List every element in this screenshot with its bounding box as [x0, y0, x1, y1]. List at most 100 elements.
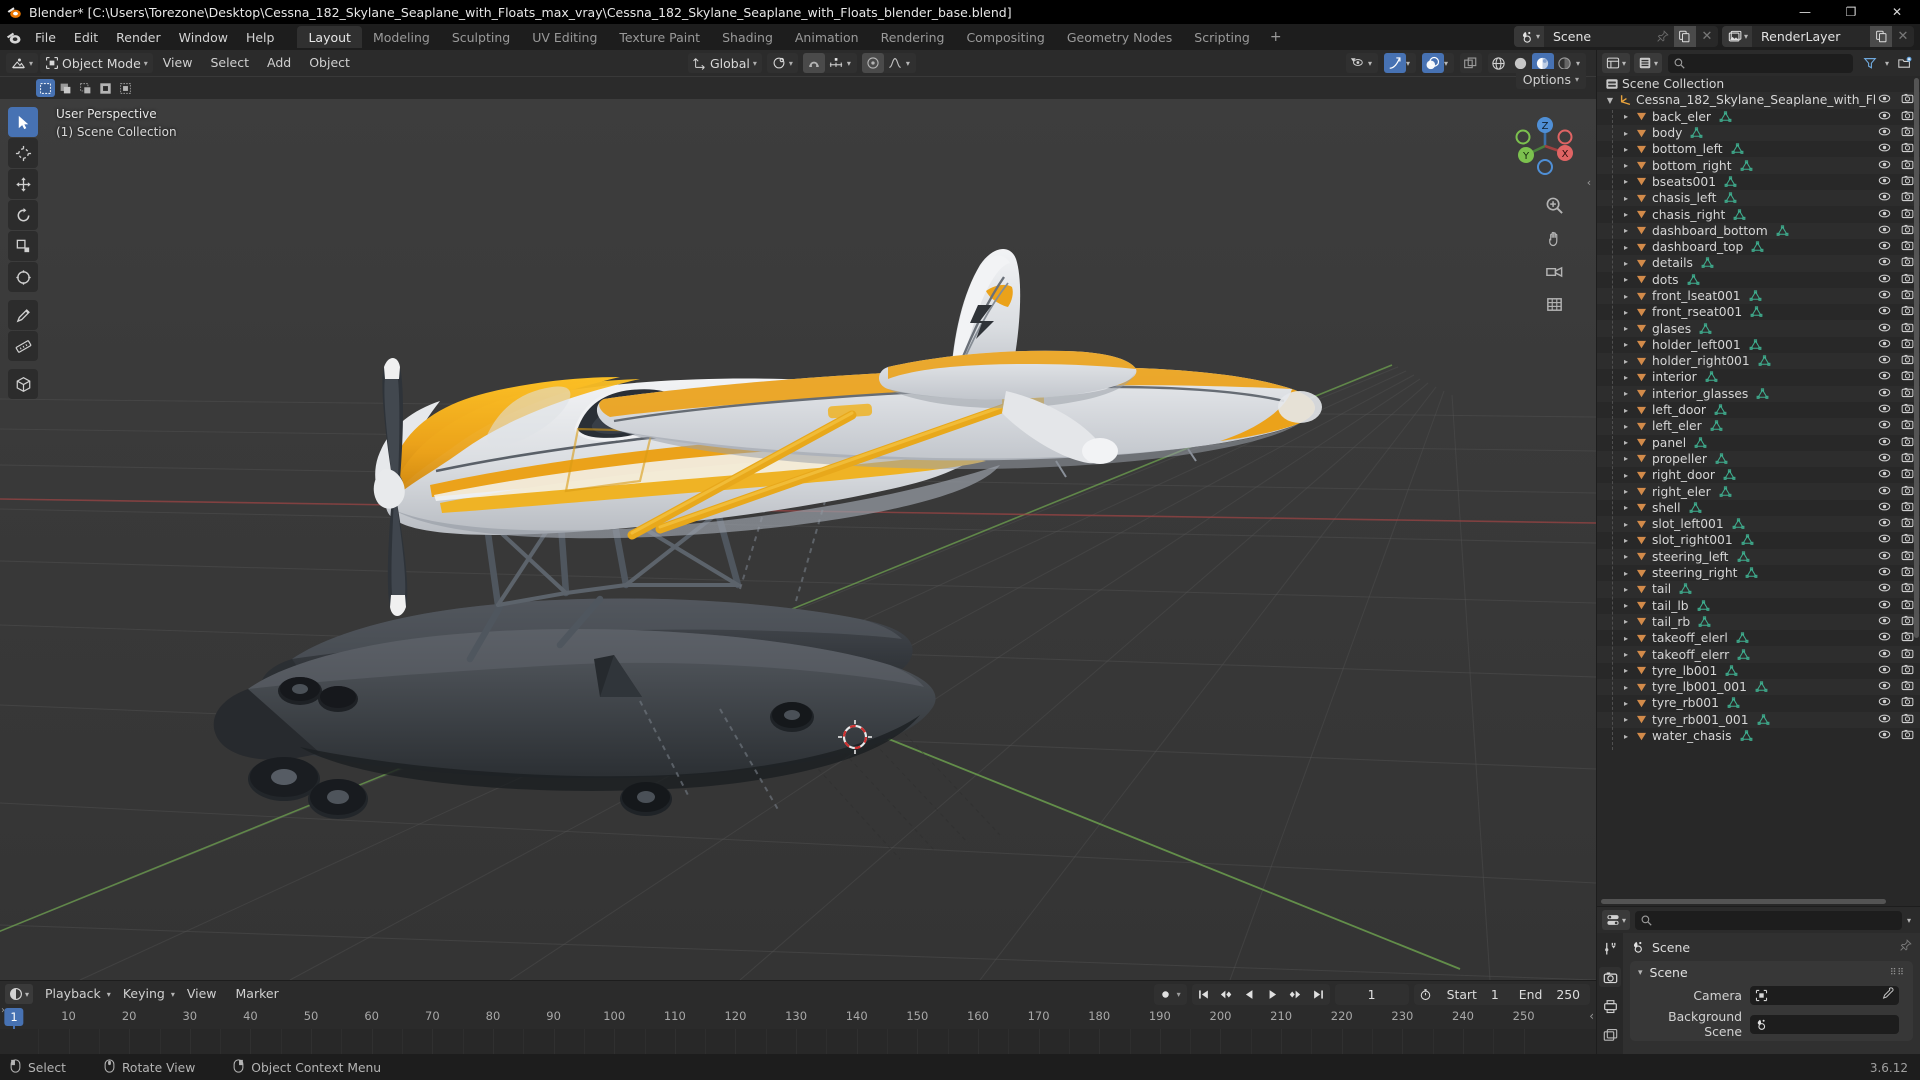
- hide-in-viewport-icon[interactable]: [1878, 207, 1891, 223]
- disable-in-renders-icon[interactable]: [1901, 109, 1914, 125]
- blender-menu-icon[interactable]: [0, 24, 26, 50]
- expand-triangle-icon[interactable]: ▸: [1619, 471, 1633, 480]
- expand-triangle-icon[interactable]: ▸: [1619, 666, 1633, 675]
- transform-orientation-selector[interactable]: Global ▾: [688, 53, 762, 73]
- hide-in-viewport-icon[interactable]: [1878, 467, 1891, 483]
- background-scene-field[interactable]: [1750, 1014, 1899, 1034]
- tool-measure[interactable]: [8, 331, 38, 361]
- disable-in-renders-icon[interactable]: [1901, 239, 1914, 255]
- tab-tool-properties[interactable]: [1599, 938, 1621, 958]
- mesh-data-icon[interactable]: [1749, 339, 1762, 351]
- hide-in-viewport-icon[interactable]: [1878, 174, 1891, 190]
- expand-triangle-icon[interactable]: ▸: [1619, 503, 1633, 512]
- tab-texture-paint[interactable]: Texture Paint: [608, 26, 711, 48]
- disable-in-renders-icon[interactable]: [1901, 125, 1914, 141]
- expand-triangle-icon[interactable]: ▸: [1619, 454, 1633, 463]
- hide-in-viewport-icon[interactable]: [1878, 712, 1891, 728]
- outliner-row-object[interactable]: ▸ panel: [1597, 435, 1920, 451]
- hide-in-viewport-icon[interactable]: [1878, 598, 1891, 614]
- outliner-search-input[interactable]: [1668, 53, 1853, 73]
- expand-triangle-icon[interactable]: ▸: [1619, 340, 1633, 349]
- viewport-menu-view[interactable]: View: [155, 53, 201, 73]
- hide-in-viewport-icon[interactable]: [1878, 304, 1891, 320]
- outliner-tree[interactable]: Scene Collection ▼ Cessna_182_Skylane_Se…: [1597, 76, 1920, 906]
- outliner-new-collection-icon[interactable]: [1893, 53, 1915, 73]
- menu-help[interactable]: Help: [237, 27, 284, 48]
- disable-in-renders-icon[interactable]: [1901, 141, 1914, 157]
- hide-in-viewport-icon[interactable]: [1878, 272, 1891, 288]
- expand-triangle-icon[interactable]: ▸: [1619, 145, 1633, 154]
- disable-in-renders-icon[interactable]: [1901, 565, 1914, 581]
- expand-triangle-icon[interactable]: ▸: [1619, 683, 1633, 692]
- outliner-row-scene-collection[interactable]: Scene Collection: [1597, 76, 1920, 92]
- outliner-display-mode-selector[interactable]: ▾: [1634, 53, 1663, 73]
- mesh-data-icon[interactable]: [1751, 241, 1764, 253]
- jump-to-end-button[interactable]: [1307, 984, 1330, 1005]
- expand-triangle-icon[interactable]: ▸: [1619, 177, 1633, 186]
- tab-compositing[interactable]: Compositing: [955, 26, 1055, 48]
- hide-in-viewport-icon[interactable]: [1878, 516, 1891, 532]
- timeline-editor[interactable]: ▾ Playback ▾ Keying ▾ View Marker ▾ 1 St…: [0, 981, 1596, 1054]
- outliner-row-object[interactable]: ▸ shell: [1597, 500, 1920, 516]
- hide-in-viewport-icon[interactable]: [1878, 321, 1891, 337]
- tab-modeling[interactable]: Modeling: [362, 26, 441, 48]
- tab-scripting[interactable]: Scripting: [1183, 26, 1261, 48]
- hide-in-viewport-icon[interactable]: [1878, 337, 1891, 353]
- pin-id-icon[interactable]: [1899, 939, 1912, 955]
- outliner-row-object[interactable]: ▸ front_rseat001: [1597, 304, 1920, 320]
- play-button[interactable]: [1261, 984, 1284, 1005]
- expand-triangle-icon[interactable]: ▸: [1619, 259, 1633, 268]
- mesh-data-icon[interactable]: [1714, 404, 1727, 416]
- show-gizmo-icon[interactable]: [1383, 53, 1406, 73]
- tab-uv-editing[interactable]: UV Editing: [521, 26, 608, 48]
- disable-in-renders-icon[interactable]: [1901, 418, 1914, 434]
- play-reverse-button[interactable]: [1238, 984, 1261, 1005]
- expand-triangle-icon[interactable]: ▸: [1619, 226, 1633, 235]
- outliner-row-object[interactable]: ▸ right_door: [1597, 467, 1920, 483]
- outliner-row-object[interactable]: ▸ slot_right001: [1597, 532, 1920, 548]
- disable-in-renders-icon[interactable]: [1901, 647, 1914, 663]
- auto-keying-icon[interactable]: [1154, 984, 1177, 1005]
- chevron-down-icon[interactable]: ▾: [1907, 916, 1915, 925]
- disable-in-renders-icon[interactable]: [1901, 451, 1914, 467]
- disable-in-renders-icon[interactable]: [1901, 630, 1914, 646]
- mesh-data-icon[interactable]: [1737, 551, 1750, 563]
- mesh-data-icon[interactable]: [1741, 534, 1754, 546]
- expand-triangle-icon[interactable]: ▸: [1619, 292, 1633, 301]
- expand-triangle-icon[interactable]: ▸: [1619, 569, 1633, 578]
- expand-triangle-icon[interactable]: ▸: [1619, 487, 1633, 496]
- outliner-row-object[interactable]: ▸ right_eler: [1597, 483, 1920, 500]
- camera-view-icon[interactable]: [1542, 259, 1566, 283]
- expand-triangle-icon[interactable]: ▸: [1619, 601, 1633, 610]
- tab-output-properties[interactable]: [1599, 996, 1621, 1016]
- outliner-row-object[interactable]: ▸ steering_left: [1597, 548, 1920, 565]
- tool-select-box[interactable]: [8, 107, 38, 137]
- tab-render-properties[interactable]: [1599, 967, 1621, 987]
- viewlayer-selector[interactable]: ▾ RenderLayer ✕: [1721, 26, 1914, 47]
- disable-in-renders-icon[interactable]: [1901, 516, 1914, 532]
- outliner-row-object[interactable]: ▸ front_lseat001: [1597, 287, 1920, 305]
- disable-in-renders-icon[interactable]: [1901, 288, 1914, 304]
- select-extend-icon[interactable]: [56, 79, 75, 97]
- mesh-data-icon[interactable]: [1689, 502, 1702, 514]
- mesh-data-icon[interactable]: [1755, 681, 1768, 693]
- select-box-icon[interactable]: [36, 79, 55, 97]
- outliner-horizontal-scrollbar[interactable]: [1601, 899, 1886, 904]
- expand-triangle-icon[interactable]: ▸: [1619, 617, 1633, 626]
- mesh-data-icon[interactable]: [1736, 632, 1749, 644]
- outliner-row-object[interactable]: ▸ tyre_rb001_001: [1597, 711, 1920, 728]
- hide-in-viewport-icon[interactable]: [1878, 614, 1891, 630]
- expand-triangle-icon[interactable]: ▸: [1619, 520, 1633, 529]
- shading-wireframe-icon[interactable]: [1488, 53, 1510, 73]
- mesh-data-icon[interactable]: [1699, 322, 1712, 335]
- hide-in-viewport-icon[interactable]: [1878, 500, 1891, 516]
- timeline-playhead-label[interactable]: 1: [4, 1008, 24, 1026]
- disable-in-renders-icon[interactable]: [1901, 353, 1914, 369]
- pin-scene-icon[interactable]: [1652, 26, 1674, 47]
- tab-layout[interactable]: Layout: [297, 26, 362, 48]
- expand-triangle-icon[interactable]: ▸: [1619, 275, 1633, 284]
- disable-in-renders-icon[interactable]: [1901, 190, 1914, 206]
- object-mode-selector[interactable]: Object Mode ▾: [40, 53, 153, 73]
- disable-in-renders-icon[interactable]: [1901, 549, 1914, 565]
- expand-triangle-icon[interactable]: ▸: [1619, 650, 1633, 659]
